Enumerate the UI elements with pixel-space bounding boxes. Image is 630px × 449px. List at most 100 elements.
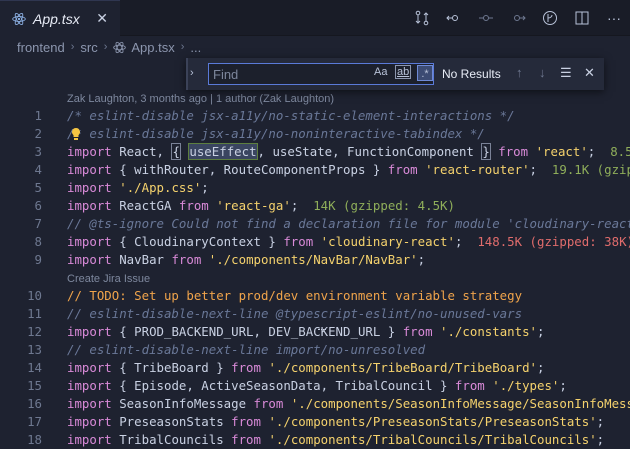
- code-token: ;: [417, 252, 426, 267]
- split-editor-icon[interactable]: [566, 0, 598, 35]
- code-token: // TODO: Set up better prod/dev environm…: [67, 288, 523, 303]
- code-token: from: [231, 414, 261, 429]
- whole-word-icon[interactable]: ab: [395, 65, 412, 79]
- line-number: 13: [27, 342, 42, 357]
- code-token: from: [253, 396, 284, 411]
- previous-match-icon[interactable]: ↑: [516, 65, 523, 80]
- find-in-selection-icon[interactable]: ☰: [560, 65, 572, 81]
- timeline-icon[interactable]: [470, 0, 502, 35]
- chevron-right-icon: ›: [103, 41, 108, 53]
- code-token: /* eslint-disable jsx-a11y/no-noninterac…: [67, 126, 485, 141]
- find-widget: › Find Aa ab .* No Results ↑ ↓ ☰ ✕: [186, 58, 604, 90]
- breadcrumb-src[interactable]: src: [80, 40, 97, 55]
- code-token: { withRouter, RouteComponentProps }: [111, 162, 388, 177]
- chevron-right-icon[interactable]: ›: [190, 67, 194, 79]
- react-icon: [113, 41, 127, 53]
- code-token: ;: [290, 198, 314, 213]
- code-token: SeasonInfoMessage: [111, 396, 254, 411]
- code-token: /* eslint-disable jsx-a11y/no-static-ele…: [67, 108, 515, 123]
- line-code: // eslint-disable-next-line @typescript-…: [67, 305, 522, 323]
- code-token: 'react': [535, 144, 588, 159]
- code-token: import: [67, 198, 112, 213]
- code-token: './components/TribeBoard/TribeBoard': [268, 360, 537, 375]
- gitlens-icon[interactable]: [534, 0, 566, 35]
- breadcrumb-frontend[interactable]: frontend: [17, 40, 65, 55]
- go-back-icon[interactable]: [438, 0, 470, 35]
- line-code: import { CloudinaryContext } from 'cloud…: [67, 233, 630, 251]
- blame-codelens[interactable]: Zak Laughton, 3 months ago | 1 author (Z…: [67, 93, 334, 105]
- code-token: from: [283, 234, 314, 249]
- code-token: { CloudinaryContext }: [111, 234, 284, 249]
- line-code: import { TribeBoard } from './components…: [67, 359, 544, 377]
- code-token: ;: [201, 180, 209, 195]
- code-token: NavBar: [111, 252, 172, 267]
- line-number: 7: [34, 216, 42, 231]
- line-code: import SeasonInfoMessage from './compone…: [67, 395, 630, 413]
- line-number: 3: [34, 144, 42, 159]
- code-token: import: [67, 324, 112, 339]
- jira-codelens[interactable]: Create Jira Issue: [67, 273, 150, 285]
- breadcrumb-file[interactable]: App.tsx: [131, 40, 174, 55]
- code-token: import: [67, 252, 112, 267]
- code-token: 'react-router': [425, 162, 530, 177]
- code-token: ;: [559, 378, 567, 393]
- line-code: import TribalCouncils from './components…: [67, 431, 604, 449]
- line-number: 4: [34, 162, 42, 177]
- breadcrumb-symbol[interactable]: ...: [190, 40, 201, 55]
- code-token: { Episode, ActiveSeasonData, TribalCounc…: [111, 378, 455, 393]
- match-case-icon[interactable]: Aa: [374, 66, 387, 78]
- close-icon[interactable]: ✕: [96, 10, 108, 27]
- line-number: 16: [27, 396, 42, 411]
- line-number: 14: [27, 360, 42, 375]
- source-control-compare-icon[interactable]: [406, 0, 438, 35]
- lightbulb-icon[interactable]: [70, 127, 82, 141]
- code-token: from: [402, 324, 433, 339]
- code-token: from: [178, 198, 209, 213]
- code-token: }: [481, 143, 491, 160]
- code-token: ;: [537, 324, 545, 339]
- code-token: './components/NavBar/NavBar': [208, 252, 418, 267]
- next-match-icon[interactable]: ↓: [539, 65, 546, 80]
- chevron-right-icon: ›: [180, 41, 185, 53]
- code-token: ;: [587, 144, 611, 159]
- line-number: 9: [34, 252, 42, 267]
- code-editor[interactable]: Zak Laughton, 3 months ago | 1 author (Z…: [0, 90, 630, 447]
- regex-icon[interactable]: .*: [417, 65, 433, 81]
- line-number: 11: [27, 306, 42, 321]
- code-token: from: [454, 378, 485, 393]
- code-token: import: [67, 414, 112, 429]
- line-number: 15: [27, 378, 42, 393]
- line-code: import React, { useEffect, useState, Fun…: [67, 143, 630, 161]
- line-code: import { Episode, ActiveSeasonData, Trib…: [67, 377, 567, 395]
- code-token: 19.1K (gzip: [551, 162, 630, 177]
- code-token: './components/SeasonInfoMessage/SeasonIn…: [290, 396, 630, 411]
- line-number: 17: [27, 414, 42, 429]
- tab-app-tsx[interactable]: App.tsx ✕: [0, 0, 120, 36]
- code-token: // eslint-disable-next-line import/no-un…: [67, 342, 426, 357]
- close-icon[interactable]: ✕: [584, 65, 595, 81]
- line-code: import { withRouter, RouteComponentProps…: [67, 161, 630, 179]
- code-token: , useState, FunctionComponent: [257, 144, 482, 159]
- line-code: import NavBar from './components/NavBar/…: [67, 251, 425, 269]
- code-token: './components/PreseasonStats/PreseasonSt…: [268, 414, 597, 429]
- go-forward-icon[interactable]: [502, 0, 534, 35]
- line-number: 5: [34, 180, 42, 195]
- more-actions-icon[interactable]: ···: [598, 0, 630, 35]
- code-token: import: [67, 144, 112, 159]
- line-code: import PreseasonStats from './components…: [67, 413, 604, 431]
- breadcrumb: frontend › src › App.tsx › ...: [17, 36, 201, 58]
- code-token: import: [67, 234, 112, 249]
- code-token: useEffect: [188, 143, 258, 160]
- line-number: 18: [27, 432, 42, 447]
- line-code: // @ts-ignore Could not find a declarati…: [67, 215, 630, 233]
- code-token: React,: [111, 144, 172, 159]
- line-code: /* eslint-disable jsx-a11y/no-static-ele…: [67, 107, 515, 125]
- line-number: 6: [34, 198, 42, 213]
- line-code: import { PROD_BACKEND_URL, DEV_BACKEND_U…: [67, 323, 544, 341]
- code-token: // @ts-ignore Could not find a declarati…: [67, 216, 630, 231]
- code-token: { TribeBoard }: [111, 360, 232, 375]
- line-number: 10: [27, 288, 42, 303]
- code-token: import: [67, 162, 112, 177]
- code-token: ;: [529, 162, 552, 177]
